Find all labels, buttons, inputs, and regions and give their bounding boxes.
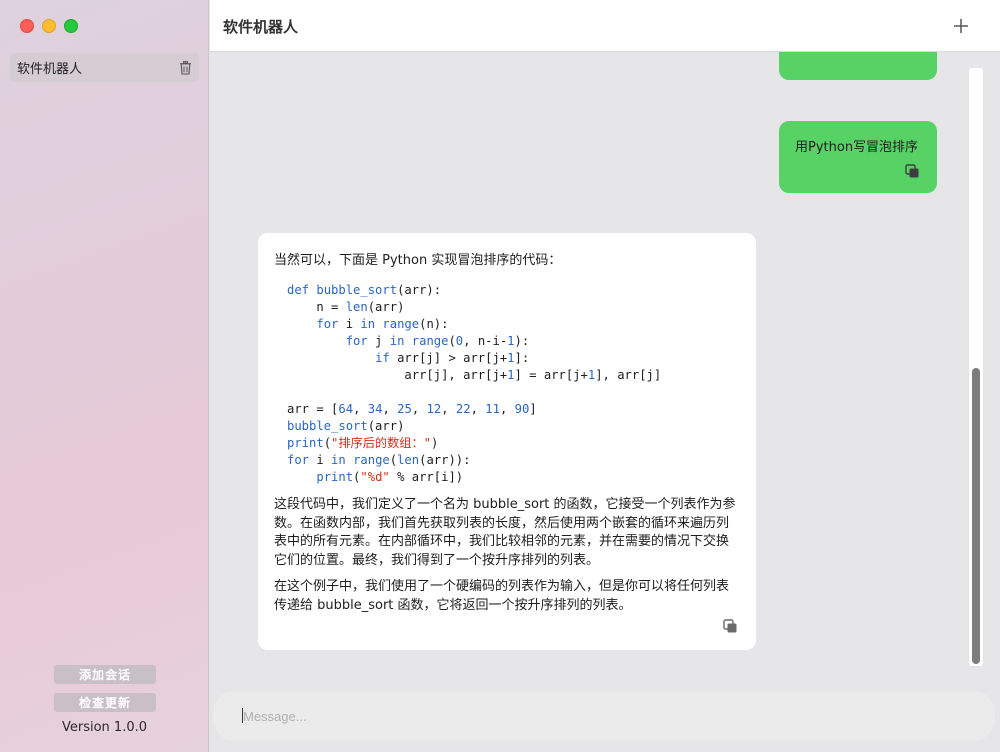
minimize-window-button[interactable] — [42, 19, 56, 33]
assistant-intro-text: 当然可以，下面是 Python 实现冒泡排序的代码： — [274, 253, 562, 268]
close-window-button[interactable] — [20, 19, 34, 33]
text-caret — [242, 708, 243, 723]
user-message-bubble-previous — [779, 52, 937, 80]
check-update-button[interactable]: 检查更新 — [54, 693, 156, 712]
copy-icon[interactable] — [905, 164, 920, 179]
conversation-label: 软件机器人 — [17, 62, 83, 77]
message-input[interactable] — [213, 691, 995, 741]
user-message-text: 用Python写冒泡排序 — [795, 140, 919, 155]
chat-title: 软件机器人 — [223, 18, 299, 36]
add-conversation-button[interactable]: 添加会话 — [54, 665, 156, 684]
copy-icon[interactable] — [723, 619, 738, 634]
plus-icon[interactable] — [952, 17, 970, 35]
sidebar: 软件机器人 添加会话 检查更新 Version 1.0.0 — [0, 0, 209, 752]
window-controls — [20, 19, 78, 33]
chat-header: 软件机器人 — [210, 0, 1000, 52]
input-area — [210, 690, 1000, 752]
user-message-bubble: 用Python写冒泡排序 — [779, 121, 937, 193]
version-label: Version 1.0.0 — [61, 720, 147, 735]
scrollbar-thumb[interactable] — [972, 368, 980, 664]
conversation-item[interactable]: 软件机器人 — [10, 53, 199, 82]
chat-area[interactable]: 用Python写冒泡排序 当然可以，下面是 Python 实现冒泡排序的代码： … — [210, 52, 1000, 690]
zoom-window-button[interactable] — [64, 19, 78, 33]
code-block: def bubble_sort(arr): n = len(arr) for i… — [287, 283, 662, 484]
trash-icon[interactable] — [178, 60, 192, 75]
assistant-paragraph: 这段代码中，我们定义了一个名为 bubble_sort 的函数，它接受一个列表作… — [274, 497, 736, 568]
assistant-paragraph: 在这个例子中，我们使用了一个硬编码的列表作为输入，但是你可以将任何列表传递给 b… — [274, 579, 730, 613]
assistant-message-bubble: 当然可以，下面是 Python 实现冒泡排序的代码： def bubble_so… — [258, 233, 756, 650]
